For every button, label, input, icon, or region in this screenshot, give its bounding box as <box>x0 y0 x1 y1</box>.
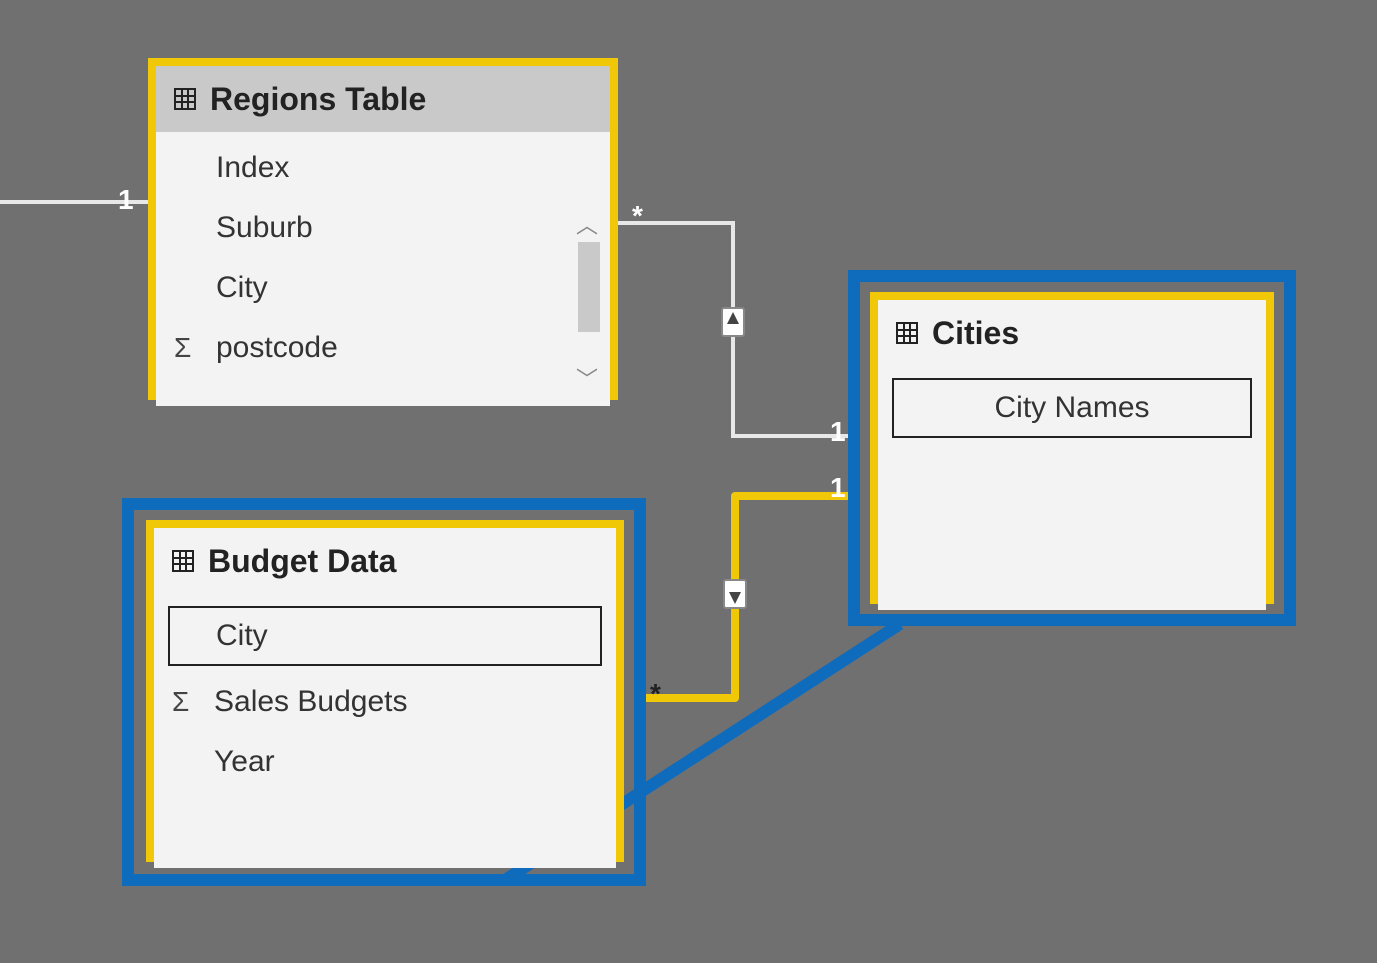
field-item[interactable]: Σpostcode <box>156 318 610 378</box>
table-header-budget[interactable]: Budget Data <box>154 528 616 594</box>
field-item[interactable]: City <box>156 258 610 318</box>
field-list: City ΣSales Budgets Year <box>154 594 616 868</box>
table-header-cities[interactable]: Cities <box>878 300 1266 366</box>
scroll-thumb[interactable] <box>578 242 600 332</box>
table-icon <box>172 550 194 572</box>
cardinality-one: 1 <box>118 184 134 216</box>
table-budget[interactable]: Budget Data City ΣSales Budgets Year <box>146 520 624 862</box>
field-item[interactable]: Year <box>154 732 616 792</box>
field-list: Index Suburb City Σpostcode ︿ ﹀ <box>156 132 610 406</box>
cardinality-many: * <box>632 200 643 232</box>
table-title: Regions Table <box>210 81 426 118</box>
table-cities[interactable]: Cities City Names <box>870 292 1274 604</box>
field-item[interactable]: City <box>168 606 602 666</box>
field-item[interactable]: ΣSales Budgets <box>154 672 616 732</box>
field-item[interactable]: City Names <box>892 378 1252 438</box>
sigma-icon: Σ <box>174 332 191 364</box>
table-title: Budget Data <box>208 543 396 580</box>
cardinality-one: 1 <box>830 416 846 448</box>
cardinality-many: * <box>650 678 661 710</box>
table-regions[interactable]: Regions Table Index Suburb City Σpostcod… <box>148 58 618 400</box>
table-header-regions[interactable]: Regions Table <box>156 66 610 132</box>
model-canvas[interactable]: { "tables": { "regions": { "title": "Reg… <box>0 0 1377 963</box>
table-title: Cities <box>932 315 1019 352</box>
sigma-icon: Σ <box>172 686 189 718</box>
table-icon <box>174 88 196 110</box>
scroll-up-icon[interactable]: ︿ <box>576 208 598 240</box>
table-icon <box>896 322 918 344</box>
scroll-down-icon[interactable]: ﹀ <box>576 362 598 394</box>
cardinality-one: 1 <box>830 472 846 504</box>
field-list: City Names <box>878 366 1266 610</box>
field-item[interactable]: Index <box>156 138 610 198</box>
field-item[interactable]: Suburb <box>156 198 610 258</box>
